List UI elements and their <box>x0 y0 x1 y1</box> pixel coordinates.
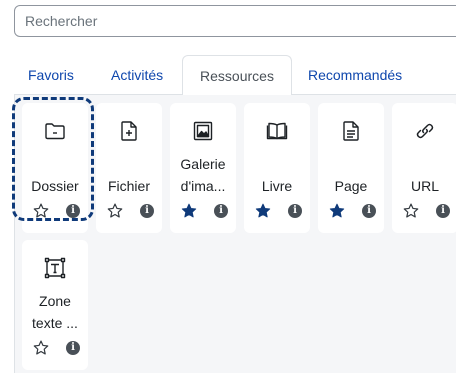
info-icon[interactable]: i <box>362 204 376 218</box>
resources-panel: Dossier i Fichier i Galerie d'ima... i L… <box>14 95 456 373</box>
info-icon[interactable]: i <box>66 341 80 355</box>
star-outline-icon[interactable] <box>32 202 50 220</box>
page-icon <box>339 119 363 143</box>
tab-recommandes[interactable]: Recommandés <box>308 55 402 95</box>
card-label: texte ... <box>32 315 78 331</box>
module-card-fichier[interactable]: Fichier i <box>96 103 162 233</box>
card-label: Fichier <box>107 178 150 194</box>
tab-activites[interactable]: Activités <box>111 55 163 95</box>
card-label: Dossier <box>31 178 79 194</box>
tab-ressources[interactable]: Ressources <box>182 55 292 96</box>
tab-bar: Favoris Activités Ressources Recommandés <box>14 55 456 96</box>
module-card-page[interactable]: Page i <box>318 103 384 233</box>
info-icon[interactable]: i <box>214 204 228 218</box>
info-icon[interactable]: i <box>66 204 80 218</box>
info-icon[interactable]: i <box>436 204 450 218</box>
card-label: d'ima... <box>180 178 226 194</box>
search-input[interactable] <box>15 6 456 36</box>
card-label: Livre <box>261 178 293 194</box>
folder-icon <box>43 119 67 143</box>
module-card-zone-texte[interactable]: Zone texte ... i <box>22 240 88 370</box>
module-card-galerie[interactable]: Galerie d'ima... i <box>170 103 236 233</box>
card-label: URL <box>410 178 439 194</box>
search-box[interactable] <box>14 5 456 37</box>
card-label: Page <box>334 178 368 194</box>
star-filled-icon[interactable] <box>254 202 272 220</box>
text-area-icon <box>43 256 67 280</box>
module-card-url[interactable]: URL i <box>392 103 456 233</box>
file-icon <box>117 119 141 143</box>
info-icon[interactable]: i <box>288 204 302 218</box>
star-filled-icon[interactable] <box>180 202 198 220</box>
module-card-livre[interactable]: Livre i <box>244 103 310 233</box>
star-outline-icon[interactable] <box>402 202 420 220</box>
star-filled-icon[interactable] <box>328 202 346 220</box>
tab-favoris[interactable]: Favoris <box>28 55 74 95</box>
info-icon[interactable]: i <box>140 204 154 218</box>
card-label: Galerie <box>180 156 226 172</box>
module-card-dossier[interactable]: Dossier i <box>22 103 88 233</box>
card-label: Zone <box>39 293 71 309</box>
star-outline-icon[interactable] <box>32 339 50 357</box>
link-icon <box>413 119 437 143</box>
image-gallery-icon <box>191 119 215 143</box>
star-outline-icon[interactable] <box>106 202 124 220</box>
book-icon <box>265 119 289 143</box>
